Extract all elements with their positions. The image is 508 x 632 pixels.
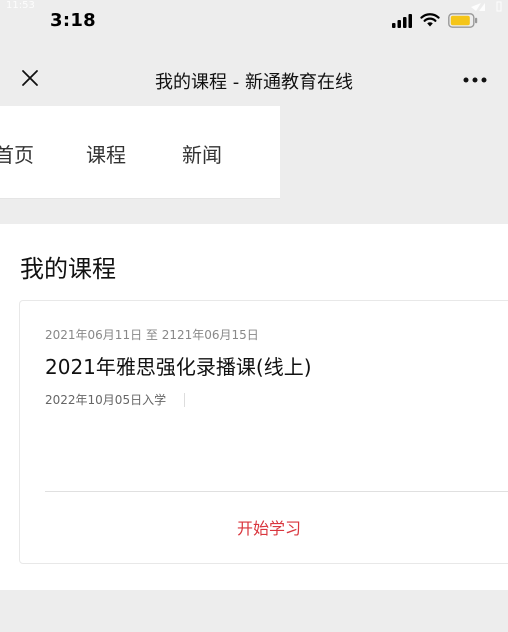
status-icons [392,13,478,28]
status-time: 3:18 [50,10,96,31]
cellular-signal-icon [392,13,412,28]
more-icon [463,77,487,83]
enroll-date: 2022年10月05日入学 [45,393,167,407]
wifi-icon [420,13,440,27]
status-bar: 3:18 [0,0,508,44]
card-divider [45,491,508,492]
course-title[interactable]: 2021年雅思强化录播课(线上) [45,351,312,380]
course-card: 2021年06月11日 至 2121年06月15日 2021年雅思强化录播课(线… [19,300,508,564]
section-title: 我的课程 [20,255,116,283]
enroll-row: 2022年10月05日入学 [45,391,186,408]
course-date-range: 2021年06月11日 至 2121年06月15日 [45,328,259,342]
site-nav: 首页 课程 新闻 [0,106,280,199]
battery-low-power-icon [448,13,478,28]
start-learning-button[interactable]: 开始学习 [20,515,508,539]
more-button[interactable] [460,66,490,94]
tab-home[interactable]: 首页 [0,139,34,168]
nav-bar: 我的课程 - 新通教育在线 [0,44,508,106]
main-panel: 我的课程 2021年06月11日 至 2121年06月15日 2021年雅思强化… [0,224,508,590]
tab-news[interactable]: 新闻 [182,139,222,168]
tab-courses[interactable]: 课程 [86,139,126,168]
divider [184,392,186,407]
page-title: 我的课程 - 新通教育在线 [155,72,353,93]
